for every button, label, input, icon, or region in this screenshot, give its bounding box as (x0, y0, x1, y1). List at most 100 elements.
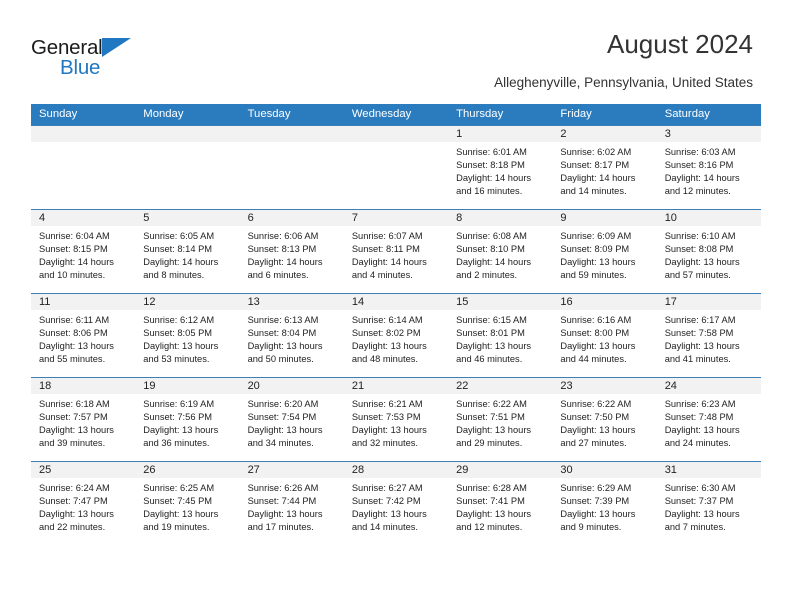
day-detail-line: Sunrise: 6:30 AM (664, 483, 736, 493)
calendar-day-cell[interactable]: 28 Sunrise: 6:27 AM Sunset: 7:42 PM Dayligh… (343, 461, 449, 545)
day-details: Sunrise: 6:22 AM Sunset: 7:51 PM Daylight:… (448, 394, 552, 450)
calendar-day-cell[interactable]: 29 Sunrise: 6:28 AM Sunset: 7:41 PM Dayligh… (448, 461, 553, 545)
weekday-header-tuesday: Tuesday (239, 104, 344, 126)
calendar-empty-cell (343, 125, 449, 210)
day-detail-line: Sunrise: 6:03 AM (664, 147, 736, 157)
page-header: General Blue August 2024 Alleghenyville,… (0, 0, 792, 100)
calendar-day-cell[interactable]: 26 Sunrise: 6:25 AM Sunset: 7:45 PM Dayligh… (135, 461, 240, 545)
calendar-day-cell[interactable]: 18 Sunrise: 6:18 AM Sunset: 7:57 PM Dayligh… (31, 377, 136, 462)
calendar-day-cell[interactable]: 24 Sunrise: 6:23 AM Sunset: 7:48 PM Dayligh… (656, 377, 761, 462)
calendar-day-cell[interactable]: 31 Sunrise: 6:30 AM Sunset: 7:37 PM Dayligh… (656, 461, 761, 545)
day-detail-line: and 48 minutes. (351, 354, 418, 365)
calendar-day-cell[interactable]: 14 Sunrise: 6:14 AM Sunset: 8:02 PM Dayligh… (343, 293, 449, 378)
day-detail-line: Sunset: 8:04 PM (247, 328, 317, 339)
day-detail-line: Sunset: 7:42 PM (351, 496, 421, 507)
day-detail-line: Daylight: 14 hours (456, 173, 532, 184)
day-detail-line: and 4 minutes. (351, 270, 413, 281)
calendar-day-cell[interactable]: 3 Sunrise: 6:03 AM Sunset: 8:16 PM Daylight… (656, 125, 761, 210)
calendar-day-cell[interactable]: 13 Sunrise: 6:13 AM Sunset: 8:04 PM Dayligh… (239, 293, 344, 378)
calendar-day-cell[interactable]: 10 Sunrise: 6:10 AM Sunset: 8:08 PM Dayligh… (656, 209, 761, 294)
day-detail-line: Daylight: 13 hours (351, 509, 427, 520)
day-detail-line: and 44 minutes. (560, 354, 627, 365)
day-details: Sunrise: 6:17 AM Sunset: 7:58 PM Daylight:… (657, 310, 761, 366)
day-detail-line: Daylight: 13 hours (664, 257, 740, 268)
calendar-day-cell[interactable]: 11 Sunrise: 6:11 AM Sunset: 8:06 PM Dayligh… (31, 293, 136, 378)
day-detail-line: and 19 minutes. (143, 522, 210, 533)
day-details (344, 142, 448, 146)
calendar-day-cell[interactable]: 19 Sunrise: 6:19 AM Sunset: 7:56 PM Dayligh… (135, 377, 240, 462)
day-detail-line: Sunrise: 6:23 AM (664, 399, 736, 409)
day-detail-line: Sunset: 7:45 PM (143, 496, 213, 507)
day-details: Sunrise: 6:21 AM Sunset: 7:53 PM Daylight:… (344, 394, 448, 450)
calendar-day-cell[interactable]: 21 Sunrise: 6:21 AM Sunset: 7:53 PM Dayligh… (343, 377, 449, 462)
calendar-day-cell[interactable]: 15 Sunrise: 6:15 AM Sunset: 8:01 PM Dayligh… (448, 293, 553, 378)
calendar-day-cell[interactable]: 2 Sunrise: 6:02 AM Sunset: 8:17 PM Daylight… (552, 125, 657, 210)
calendar-day-cell[interactable]: 17 Sunrise: 6:17 AM Sunset: 7:58 PM Dayligh… (656, 293, 761, 378)
day-detail-line: Sunrise: 6:17 AM (664, 315, 736, 325)
calendar-week-row: 18 Sunrise: 6:18 AM Sunset: 7:57 PM Dayligh… (31, 377, 761, 462)
day-detail-line: Daylight: 13 hours (456, 509, 532, 520)
calendar-day-cell[interactable]: 23 Sunrise: 6:22 AM Sunset: 7:50 PM Dayligh… (552, 377, 657, 462)
day-number: 7 (343, 210, 449, 226)
calendar-day-cell[interactable]: 27 Sunrise: 6:26 AM Sunset: 7:44 PM Dayligh… (239, 461, 344, 545)
day-detail-line: Sunrise: 6:28 AM (456, 483, 527, 493)
calendar-day-cell[interactable]: 25 Sunrise: 6:24 AM Sunset: 7:47 PM Dayligh… (31, 461, 136, 545)
day-number: 13 (239, 294, 344, 310)
day-detail-line: Daylight: 13 hours (143, 341, 219, 352)
calendar-day-cell[interactable]: 12 Sunrise: 6:12 AM Sunset: 8:05 PM Dayligh… (135, 293, 240, 378)
day-number: 10 (656, 210, 761, 226)
day-detail-line: Sunset: 7:50 PM (560, 412, 630, 423)
calendar-day-cell[interactable]: 5 Sunrise: 6:05 AM Sunset: 8:14 PM Daylight… (135, 209, 240, 294)
day-detail-line: Sunset: 8:00 PM (560, 328, 630, 339)
day-details: Sunrise: 6:05 AM Sunset: 8:14 PM Daylight:… (135, 226, 239, 282)
calendar-page: General Blue August 2024 Alleghenyville,… (0, 0, 792, 612)
day-detail-line: Daylight: 13 hours (560, 341, 636, 352)
calendar-day-cell[interactable]: 20 Sunrise: 6:20 AM Sunset: 7:54 PM Dayligh… (239, 377, 344, 462)
day-detail-line: and 12 minutes. (456, 522, 523, 533)
day-number: 19 (135, 378, 240, 394)
day-detail-line: and 9 minutes. (560, 522, 622, 533)
day-number: 23 (552, 378, 657, 394)
day-details: Sunrise: 6:01 AM Sunset: 8:18 PM Daylight:… (448, 142, 552, 198)
calendar-day-cell[interactable]: 22 Sunrise: 6:22 AM Sunset: 7:51 PM Dayligh… (448, 377, 553, 462)
weekday-header-thursday: Thursday (448, 104, 553, 126)
day-details: Sunrise: 6:03 AM Sunset: 8:16 PM Daylight:… (657, 142, 761, 198)
day-detail-line: Sunset: 8:18 PM (456, 160, 525, 171)
day-details: Sunrise: 6:23 AM Sunset: 7:48 PM Daylight:… (657, 394, 761, 450)
day-detail-line: Sunrise: 6:15 AM (456, 315, 527, 325)
day-detail-line: Sunrise: 6:25 AM (143, 483, 215, 493)
day-detail-line: Sunset: 7:58 PM (664, 328, 734, 339)
day-number: 28 (343, 462, 449, 478)
calendar-day-cell[interactable]: 6 Sunrise: 6:06 AM Sunset: 8:13 PM Daylight… (239, 209, 344, 294)
calendar-day-cell[interactable]: 16 Sunrise: 6:16 AM Sunset: 8:00 PM Dayligh… (552, 293, 657, 378)
calendar-day-cell[interactable]: 1 Sunrise: 6:01 AM Sunset: 8:18 PM Daylight… (448, 125, 553, 210)
day-detail-line: Sunrise: 6:08 AM (456, 231, 527, 241)
day-number: 15 (448, 294, 553, 310)
day-detail-line: Sunrise: 6:20 AM (247, 399, 319, 409)
calendar-day-cell[interactable]: 30 Sunrise: 6:29 AM Sunset: 7:39 PM Dayligh… (552, 461, 657, 545)
day-number (239, 126, 344, 142)
day-number: 17 (656, 294, 761, 310)
day-detail-line: Daylight: 14 hours (39, 257, 114, 268)
calendar-week-row: 1 Sunrise: 6:01 AM Sunset: 8:18 PM Daylight… (31, 125, 761, 210)
day-details: Sunrise: 6:11 AM Sunset: 8:06 PM Daylight:… (31, 310, 135, 366)
day-detail-line: Sunrise: 6:18 AM (39, 399, 110, 409)
calendar-day-cell[interactable]: 4 Sunrise: 6:04 AM Sunset: 8:15 PM Daylight… (31, 209, 136, 294)
calendar-day-cell[interactable]: 8 Sunrise: 6:08 AM Sunset: 8:10 PM Daylight… (448, 209, 553, 294)
day-number (343, 126, 449, 142)
day-number (135, 126, 240, 142)
day-number: 20 (239, 378, 344, 394)
calendar-day-cell[interactable]: 7 Sunrise: 6:07 AM Sunset: 8:11 PM Daylight… (343, 209, 449, 294)
day-detail-line: Daylight: 13 hours (39, 341, 114, 352)
day-detail-line: Sunset: 8:08 PM (664, 244, 734, 255)
day-detail-line: Daylight: 14 hours (456, 257, 532, 268)
day-detail-line: Sunset: 7:37 PM (664, 496, 734, 507)
day-details: Sunrise: 6:30 AM Sunset: 7:37 PM Daylight:… (657, 478, 761, 534)
day-detail-line: and 24 minutes. (664, 438, 731, 449)
day-detail-line: and 10 minutes. (39, 270, 106, 281)
brand-logo[interactable]: General Blue (31, 36, 161, 82)
day-details: Sunrise: 6:22 AM Sunset: 7:50 PM Daylight:… (552, 394, 656, 450)
calendar-day-cell[interactable]: 9 Sunrise: 6:09 AM Sunset: 8:09 PM Daylight… (552, 209, 657, 294)
day-number: 1 (448, 126, 553, 142)
day-detail-line: Sunrise: 6:24 AM (39, 483, 110, 493)
